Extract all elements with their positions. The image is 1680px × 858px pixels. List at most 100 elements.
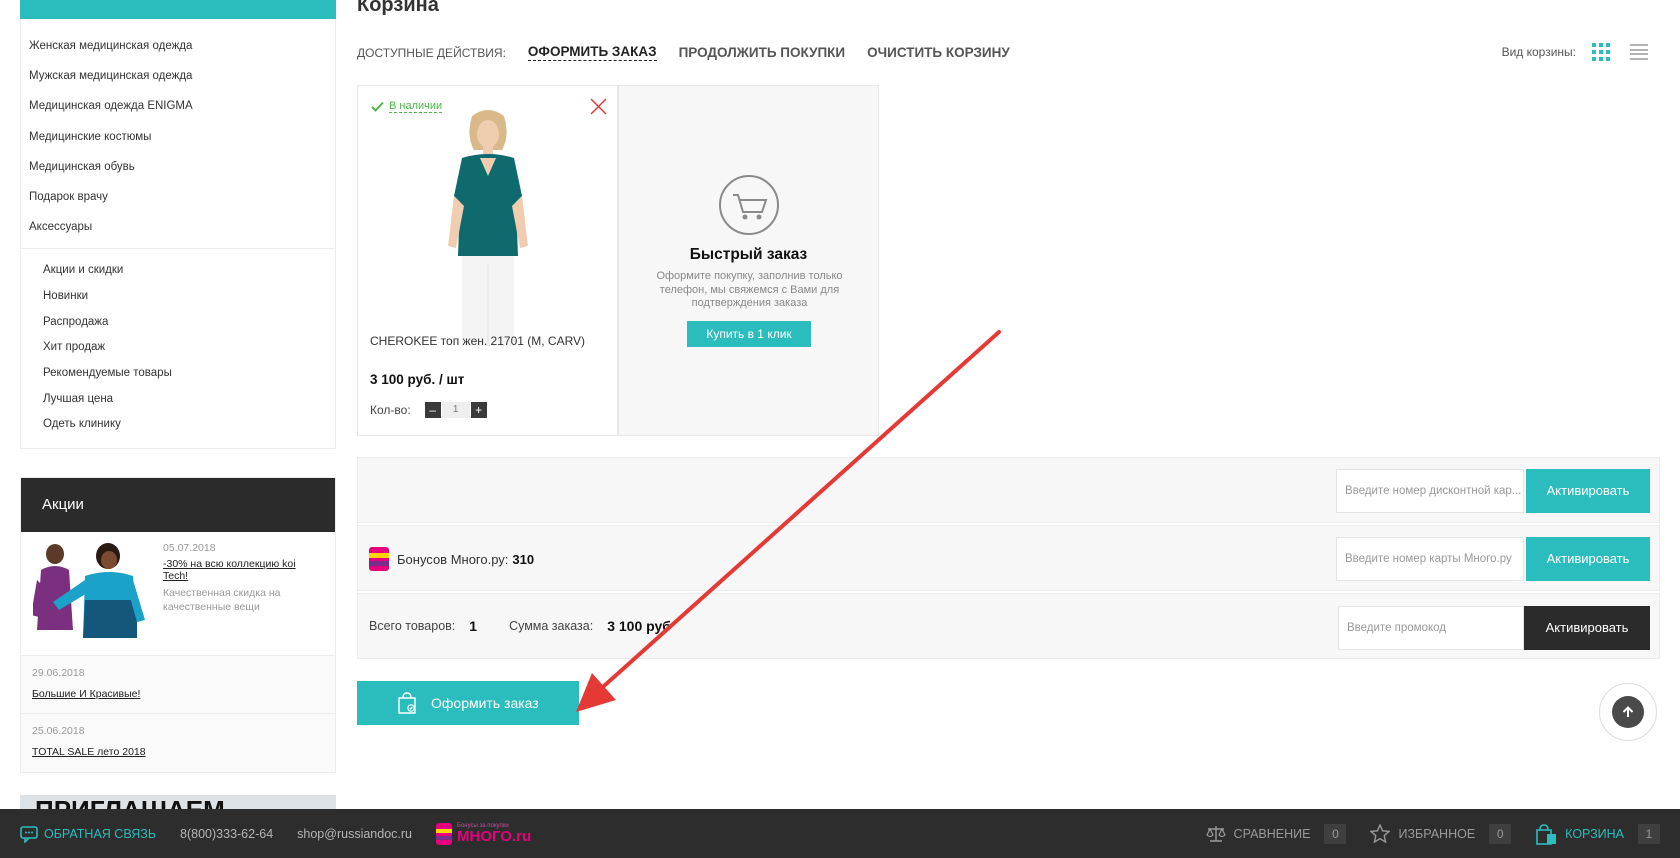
collection-item[interactable]: Хит продаж	[21, 335, 335, 361]
feedback-link[interactable]: ОБРАТНАЯ СВЯЗЬ	[20, 825, 156, 843]
shopping-bag-icon	[1536, 823, 1557, 845]
discount-card-input[interactable]: Введите номер дисконтной кар...	[1336, 469, 1524, 513]
sidebar: Женская медицинская одежда Мужская медиц…	[20, 0, 336, 815]
news-link[interactable]: Большие И Красивые!	[32, 688, 140, 700]
collection-item[interactable]: Лучшая цена	[21, 387, 335, 413]
promo-date: 05.07.2018	[163, 542, 216, 554]
sidebar-top-bar	[20, 0, 336, 19]
collection-item[interactable]: Новинки	[21, 284, 335, 310]
collection-item[interactable]: Распродажа	[21, 310, 335, 336]
feedback-label: ОБРАТНАЯ СВЯЗЬ	[44, 826, 157, 841]
quantity-label: Кол-во:	[370, 403, 411, 417]
continue-shopping-link[interactable]: ПРОДОЛЖИТЬ ПОКУПКИ	[679, 45, 846, 60]
promo-link[interactable]: -30% на всю коллекцию koi Tech!	[163, 558, 321, 582]
product-name[interactable]: CHEROKEE топ жен. 21701 (M, CARV)	[370, 334, 585, 348]
bonus-row: Бонусов Много.ру: 310 Введите номер карт…	[357, 525, 1660, 591]
compare-label: СРАВНЕНИЕ	[1233, 826, 1311, 841]
quick-order-title: Быстрый заказ	[689, 246, 808, 263]
promo-news-item: 29.06.2018 Большие И Красивые!	[21, 656, 335, 714]
checkout-action-link[interactable]: ОФОРМИТЬ ЗАКАЗ	[527, 44, 657, 61]
compare-link[interactable]: СРАВНЕНИЕ 0	[1205, 823, 1347, 844]
favorites-link[interactable]: ИЗБРАННОЕ 0	[1370, 823, 1512, 844]
buy-one-click-button[interactable]: Купить в 1 клик	[687, 321, 811, 347]
mnogo-logo-icon	[369, 547, 389, 571]
collection-list: Акции и скидки Новинки Распродажа Хит пр…	[21, 249, 335, 448]
promo-featured: 05.07.2018 -30% на всю коллекцию koi Tec…	[21, 532, 335, 656]
star-icon	[1370, 824, 1391, 843]
category-item[interactable]: Медицинская одежда ENIGMA	[21, 91, 335, 121]
mnogo-card-input[interactable]: Введите номер карты Много.ру	[1336, 537, 1524, 581]
news-link[interactable]: TOTAL SALE лето 2018	[32, 746, 146, 758]
view-label: Вид корзины:	[1501, 45, 1576, 59]
discount-card-row: Введите номер дисконтной кар... Активиро…	[357, 457, 1660, 523]
bag-icon	[398, 692, 416, 714]
mnogo-logo-icon	[436, 822, 452, 845]
items-count-label: Всего товаров:	[369, 619, 456, 633]
scales-icon	[1205, 825, 1226, 842]
actions-label: ДОСТУПНЫЕ ДЕЙСТВИЯ:	[357, 45, 506, 60]
cart-link[interactable]: КОРЗИНА 1	[1535, 823, 1660, 845]
activate-bonus-button[interactable]: Активировать	[1526, 537, 1650, 581]
promo-code-input[interactable]: Введите промокод	[1338, 606, 1524, 650]
grid-view-icon[interactable]	[1592, 43, 1610, 61]
promo-news-item: 25.06.2018 TOTAL SALE лето 2018	[21, 714, 335, 772]
bottom-bar: ОБРАТНАЯ СВЯЗЬ 8(800)333-62-64 shop@russ…	[0, 809, 1680, 858]
footer-quick-links: СРАВНЕНИЕ 0 ИЗБРАННОЕ 0 КОРЗИНА 1	[1182, 809, 1660, 858]
bonus-info: Бонусов Много.ру: 310	[368, 545, 534, 573]
quantity-input[interactable]: 1	[441, 402, 470, 418]
order-summary-row: Всего товаров: 1 Сумма заказа: 3 100 руб…	[357, 593, 1660, 659]
checkout-button-label: Оформить заказ	[431, 695, 539, 711]
footer-email[interactable]: shop@russiandoc.ru	[297, 827, 412, 841]
clear-cart-link[interactable]: ОЧИСТИТЬ КОРЗИНУ	[867, 45, 1010, 60]
promo-image[interactable]	[33, 540, 149, 643]
cart-view-switch: Вид корзины:	[1502, 43, 1648, 61]
category-item[interactable]: Женская медицинская одежда	[21, 31, 335, 61]
checkout-button[interactable]: Оформить заказ	[357, 681, 579, 725]
close-icon[interactable]	[590, 98, 607, 120]
collection-item[interactable]: Рекомендуемые товары	[21, 361, 335, 387]
mnogo-logo-text: МНОГО.ru	[457, 828, 532, 845]
activate-promo-button[interactable]: Активировать	[1524, 606, 1650, 650]
activate-discount-button[interactable]: Активировать	[1526, 469, 1650, 513]
cart-icon	[718, 174, 780, 241]
bonus-value: 310	[512, 551, 535, 567]
quick-order-card: Быстрый заказ Оформите покупку, заполнив…	[618, 85, 879, 436]
bonus-label: Бонусов Много.ру:	[397, 551, 509, 567]
category-item[interactable]: Мужская медицинская одежда	[21, 61, 335, 91]
footer-phone[interactable]: 8(800)333-62-64	[180, 827, 273, 841]
scroll-to-top-button[interactable]	[1599, 683, 1657, 741]
promo-text: 05.07.2018 -30% на всю коллекцию koi Tec…	[149, 532, 329, 655]
cart-actions: ДОСТУПНЫЕ ДЕЙСТВИЯ: ОФОРМИТЬ ЗАКАЗ ПРОДО…	[357, 44, 1032, 61]
order-sum-value: 3 100 руб	[607, 618, 671, 634]
promo-description: Качественная скидка на качественные вещи	[163, 587, 281, 613]
category-item[interactable]: Медицинские костюмы	[21, 122, 335, 152]
order-sum-label: Сумма заказа:	[509, 619, 594, 633]
cart-product-card: В наличии CHEROKEE топ жен. 21701 (M, CA…	[357, 85, 618, 436]
promotions-block: Акции 05.07.2018 -30% на всю коллекцию k…	[20, 477, 336, 773]
product-image[interactable]	[428, 106, 548, 406]
quick-order-description: Оформите покупку, заполнив только телефо…	[656, 270, 843, 309]
category-list: Женская медицинская одежда Мужская медиц…	[21, 19, 335, 250]
collection-item[interactable]: Одеть клинику	[21, 412, 335, 438]
page-title: Корзина	[357, 0, 439, 16]
quantity-stepper: Кол-во: – 1 +	[370, 402, 487, 418]
favorites-label: ИЗБРАННОЕ	[1398, 826, 1476, 841]
category-item[interactable]: Подарок врачу	[21, 182, 335, 212]
category-item[interactable]: Аксессуары	[21, 212, 335, 242]
items-count-value: 1	[469, 618, 478, 634]
category-item[interactable]: Медицинская обувь	[21, 152, 335, 182]
order-totals: Всего товаров: 1 Сумма заказа: 3 100 руб	[369, 618, 703, 634]
quantity-decrease-button[interactable]: –	[424, 402, 441, 418]
cart-count: 1	[1638, 823, 1660, 844]
news-date: 29.06.2018	[32, 667, 85, 679]
compare-count: 0	[1324, 823, 1347, 844]
favorites-count: 0	[1489, 823, 1512, 844]
list-view-icon[interactable]	[1630, 44, 1648, 60]
promotions-title[interactable]: Акции	[21, 478, 335, 532]
quantity-increase-button[interactable]: +	[470, 402, 487, 418]
catalog-menu: Женская медицинская одежда Мужская медиц…	[20, 19, 336, 450]
chat-icon	[20, 825, 38, 843]
collection-item[interactable]: Акции и скидки	[21, 258, 335, 284]
mnogo-footer-logo[interactable]: Бонусы за покупки МНОГО.ru	[436, 822, 531, 846]
checkmark-icon	[371, 101, 384, 112]
